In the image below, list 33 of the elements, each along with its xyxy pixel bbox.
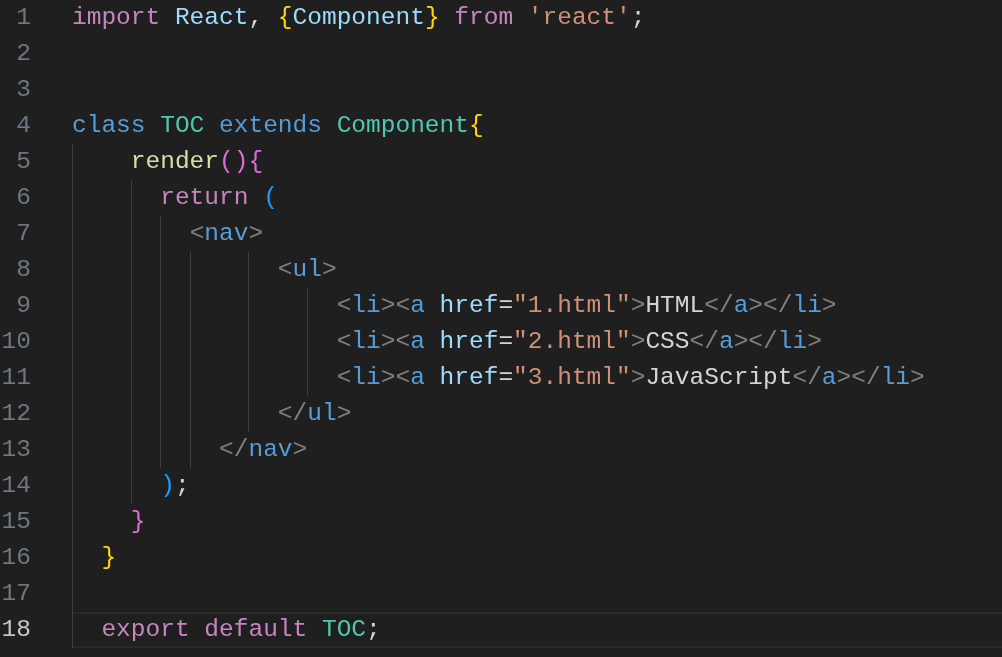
line-number: 4 — [15, 111, 31, 141]
code-line: </ul> — [277, 399, 352, 429]
line-number: 14 — [0, 471, 31, 501]
code-line: } — [130, 507, 146, 537]
code-line: return ( — [160, 183, 278, 213]
code-line: ); — [160, 471, 190, 501]
line-number: 2 — [15, 39, 31, 69]
code-line: <li><a href="2.html">CSS</a></li> — [336, 327, 822, 357]
code-line: import React, {Component} from 'react'; — [72, 3, 646, 33]
code-line: class TOC extends Component{ — [72, 111, 484, 141]
code-line: <li><a href="3.html">JavaScript</a></li> — [336, 363, 925, 393]
line-number: 1 — [15, 3, 31, 33]
line-number: 12 — [0, 399, 31, 429]
line-number: 11 — [0, 363, 31, 393]
line-number: 8 — [15, 255, 31, 285]
code-line: export default TOC; — [101, 615, 381, 645]
line-number: 16 — [0, 543, 31, 573]
line-number: 17 — [0, 579, 31, 609]
line-number: 15 — [0, 507, 31, 537]
line-number: 10 — [0, 327, 31, 357]
code-line: render(){ — [130, 147, 264, 177]
line-number: 3 — [15, 75, 31, 105]
code-line: </nav> — [219, 435, 308, 465]
line-number: 18 — [0, 615, 31, 645]
line-number: 13 — [0, 435, 31, 465]
line-number: 7 — [15, 219, 31, 249]
line-number: 6 — [15, 183, 31, 213]
code-line: } — [101, 543, 117, 573]
line-number: 5 — [15, 147, 31, 177]
line-number: 9 — [15, 291, 31, 321]
code-line: <li><a href="1.html">HTML</a></li> — [336, 291, 837, 321]
code-line: <ul> — [277, 255, 337, 285]
code-line: <nav> — [189, 219, 264, 249]
